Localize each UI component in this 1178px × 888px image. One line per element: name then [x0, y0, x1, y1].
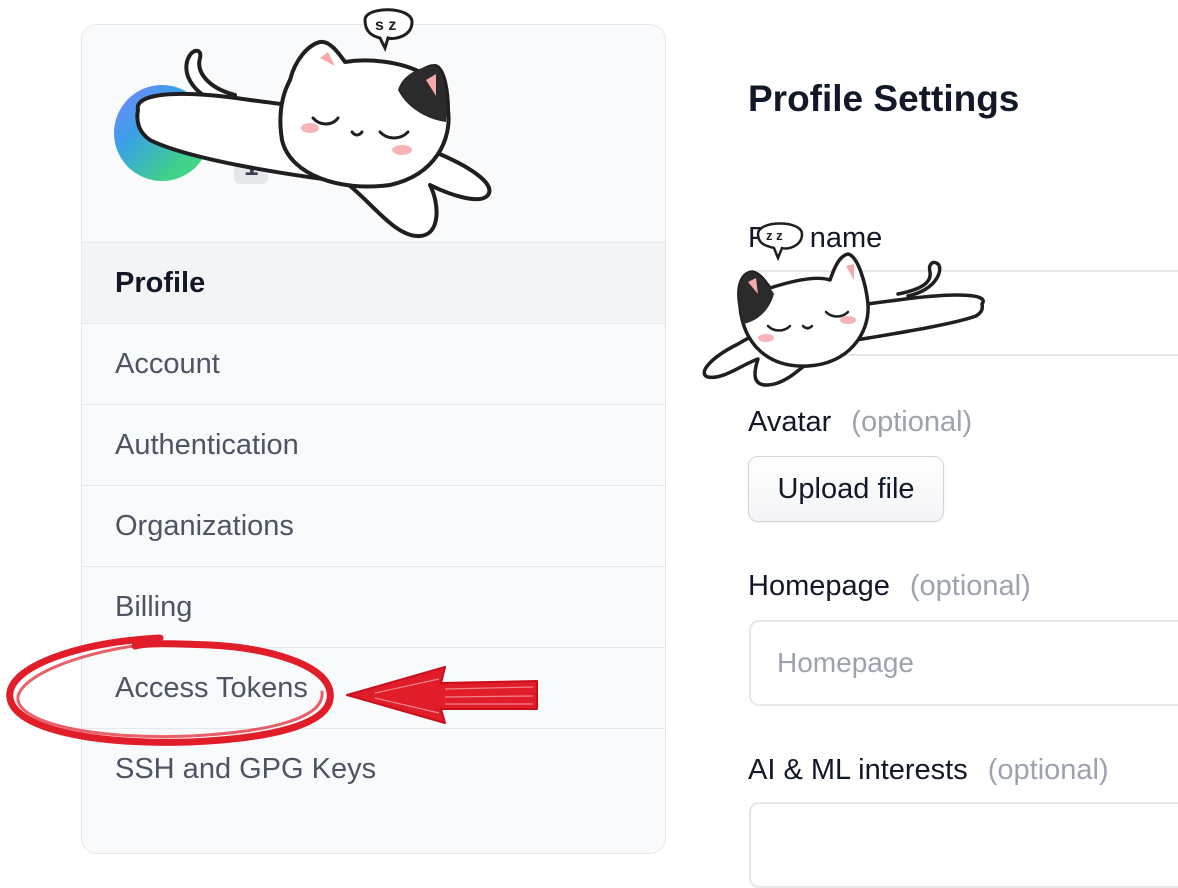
nav-item-account[interactable]: Account	[82, 323, 665, 404]
avatar-label: Avatar	[748, 406, 832, 438]
nav-item-organizations[interactable]: Organizations	[82, 485, 665, 566]
fullname-label: Fname	[748, 222, 882, 255]
user-card: n 1	[82, 25, 665, 242]
interests-label-row: AI & ML interests (optional)	[748, 754, 1109, 787]
avatar-optional: (optional)	[851, 406, 973, 438]
user-badge: 1	[234, 149, 269, 184]
upload-file-button[interactable]: Upload file	[748, 456, 944, 522]
page-title: Profile Settings	[748, 78, 1020, 119]
nav-item-billing[interactable]: Billing	[82, 566, 665, 647]
interests-optional: (optional)	[987, 754, 1109, 786]
avatar-label-row: Avatar (optional)	[748, 406, 972, 439]
avatar[interactable]	[114, 85, 210, 181]
nav-item-authentication[interactable]: Authentication	[82, 404, 665, 485]
nav-item-access-tokens[interactable]: Access Tokens	[82, 647, 665, 728]
nav-item-profile[interactable]: Profile	[82, 242, 665, 323]
nav-item-ssh-gpg-keys[interactable]: SSH and GPG Keys	[82, 728, 665, 809]
interests-label: AI & ML interests	[748, 754, 968, 786]
interests-input[interactable]	[749, 802, 1178, 888]
username: n	[232, 87, 254, 128]
homepage-optional: (optional)	[909, 570, 1031, 602]
fullname-input[interactable]	[749, 270, 1178, 356]
homepage-label-row: Homepage (optional)	[748, 570, 1031, 603]
homepage-label: Homepage	[748, 570, 890, 602]
homepage-input[interactable]	[749, 620, 1178, 706]
settings-nav: Profile Account Authentication Organizat…	[82, 242, 665, 809]
settings-sidebar: n 1 Profile Account Authentication Organ…	[81, 24, 666, 854]
fullname-label-suffix: name	[809, 222, 883, 254]
fullname-label-prefix: F	[748, 222, 766, 254]
